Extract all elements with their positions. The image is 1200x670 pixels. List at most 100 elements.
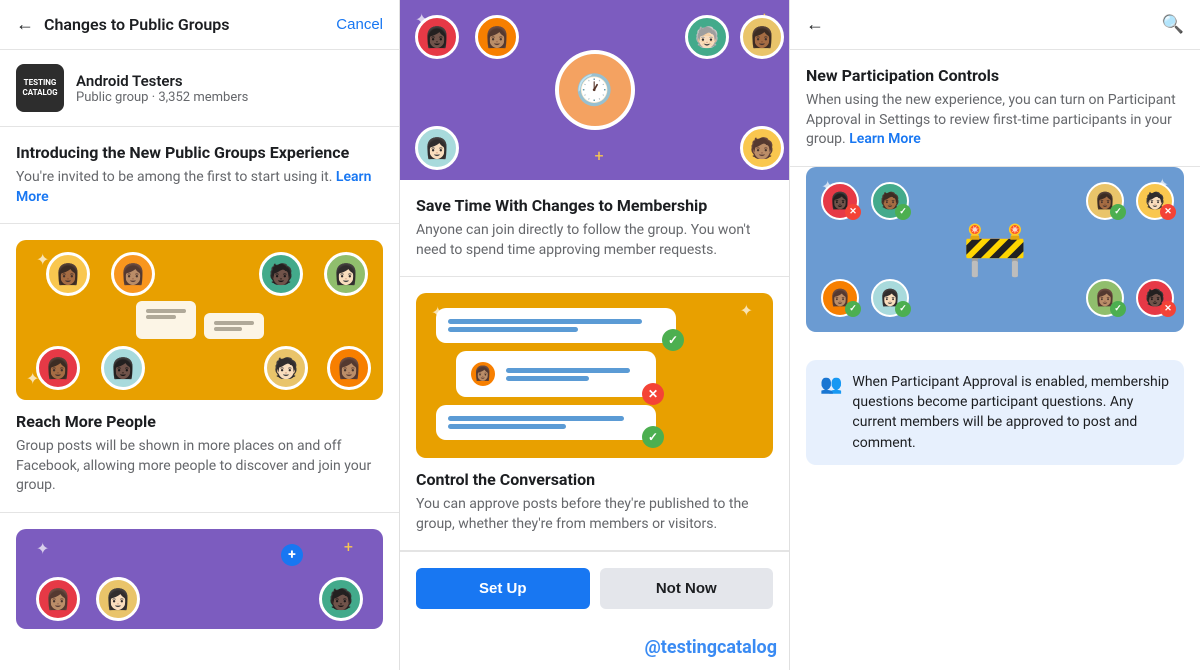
sparkle-icon: ✦ bbox=[36, 539, 49, 558]
learn-more-link[interactable]: Learn More bbox=[849, 131, 921, 147]
person-avatar: 👩🏽 ✓ bbox=[821, 279, 859, 317]
person-avatar: 🧓🏻 bbox=[685, 15, 729, 59]
sparkle-icon: + bbox=[595, 146, 604, 165]
not-now-button[interactable]: Not Now bbox=[600, 568, 774, 609]
face-icon: 👩🏾 bbox=[49, 255, 87, 293]
person-avatar: 👩🏽 ✓ bbox=[1086, 279, 1124, 317]
approve-badge: ✓ bbox=[1110, 204, 1126, 220]
doc-group bbox=[136, 301, 264, 339]
chat-line bbox=[448, 319, 642, 324]
doc-line bbox=[146, 309, 186, 313]
plus-badge: + bbox=[281, 544, 303, 566]
face-icon: 👩🏿 bbox=[104, 349, 142, 387]
group-name: Android Testers bbox=[76, 72, 248, 90]
avatar-text: TESTING CATALOG bbox=[22, 78, 57, 97]
approve-badge: ✓ bbox=[895, 204, 911, 220]
chat-line bbox=[448, 424, 566, 429]
intro-section: Introducing the New Public Groups Experi… bbox=[0, 127, 399, 224]
setup-button[interactable]: Set Up bbox=[416, 568, 590, 609]
right-header: ← 🔍 bbox=[790, 0, 1200, 50]
chat-line bbox=[506, 376, 589, 381]
face-icon: 👩🏿 bbox=[418, 18, 456, 56]
face-icon: 👩🏻 bbox=[327, 255, 365, 293]
approve-badge: ✓ bbox=[1110, 301, 1126, 317]
x-badge: ✕ bbox=[642, 383, 664, 405]
control-section: ✦ ✦ ✓ 👩🏽 bbox=[400, 277, 789, 551]
reach-desc: Group posts will be shown in more places… bbox=[16, 437, 383, 496]
chat-bubble: ✓ bbox=[436, 405, 656, 440]
reach-section: ✦ ✦ ✦ 👩🏾 👩🏽 🧑🏿 👩🏻 bbox=[0, 224, 399, 513]
person-avatar: 👩🏾 ✓ bbox=[1086, 182, 1124, 220]
approve-badge: ✓ bbox=[895, 301, 911, 317]
doc-icon bbox=[136, 301, 196, 339]
doc-line bbox=[146, 315, 176, 319]
cancel-button[interactable]: Cancel bbox=[336, 16, 383, 33]
group-info: TESTING CATALOG Android Testers Public g… bbox=[0, 50, 399, 127]
save-time-desc: Anyone can join directly to follow the g… bbox=[416, 221, 773, 260]
back-arrow-icon[interactable]: ← bbox=[16, 14, 34, 35]
person-avatar: 👩🏾 bbox=[36, 346, 80, 390]
face-icon: 🧑🏿 bbox=[322, 580, 360, 618]
right-panel: ← 🔍 New Participation Controls When usin… bbox=[790, 0, 1200, 670]
clock-icon: 🕐 bbox=[555, 50, 635, 130]
person-avatar: 👩🏿 bbox=[101, 346, 145, 390]
fence-illustration: ✦ ✦ 🚧 👩🏿 ✕ 🧑🏾 ✓ 👩🏽 ✓ 👩🏻 bbox=[806, 167, 1184, 332]
people-icon: 👥 bbox=[820, 374, 842, 395]
reach-title: Reach More People bbox=[16, 412, 383, 431]
illus-wrapper: ✦ + 👩🏽 👩🏻 + 🧑🏿 bbox=[16, 529, 383, 629]
chat-bubbles-group: ✓ 👩🏽 ✕ bbox=[436, 308, 753, 440]
fence-icon: 🚧 bbox=[963, 219, 1028, 280]
chat-illustration: ✦ ✦ ✓ 👩🏽 bbox=[416, 293, 773, 458]
chat-line bbox=[448, 416, 624, 421]
bubble-lines bbox=[506, 365, 644, 384]
clock-face: 🕐 bbox=[555, 50, 635, 130]
save-time-title: Save Time With Changes to Membership bbox=[416, 196, 773, 215]
face-icon: 👩🏽 bbox=[471, 362, 495, 386]
person-avatar: 🧑🏿 ✕ bbox=[1136, 279, 1174, 317]
face-icon: 🧑🏽 bbox=[743, 129, 781, 167]
check-badge: ✓ bbox=[662, 329, 684, 351]
person-avatar: 👩🏻 bbox=[324, 252, 368, 296]
left-header: ← Changes to Public Groups Cancel bbox=[0, 0, 399, 50]
person-avatar: 👩🏾 bbox=[740, 15, 784, 59]
info-box: 👥 When Participant Approval is enabled, … bbox=[806, 360, 1184, 465]
person-avatar: 👩🏻 bbox=[415, 126, 459, 170]
person-avatar: 🧑🏾 ✓ bbox=[871, 182, 909, 220]
person-avatar: 🧑🏻 bbox=[264, 346, 308, 390]
chat-line bbox=[506, 368, 630, 373]
intro-title: Introducing the New Public Groups Experi… bbox=[16, 143, 383, 162]
header-left: ← Changes to Public Groups bbox=[16, 14, 230, 35]
person-avatar: 👩🏻 ✓ bbox=[871, 279, 909, 317]
face-icon: 👩🏽 bbox=[478, 18, 516, 56]
person-avatar: 🧑🏿 bbox=[319, 577, 363, 621]
face-icon: 🧑🏻 bbox=[267, 349, 305, 387]
illus-wrapper: ✦ ✦ ✦ 👩🏾 👩🏽 🧑🏿 👩🏻 bbox=[16, 240, 383, 400]
face-icon: 👩🏻 bbox=[418, 129, 456, 167]
back-arrow-icon[interactable]: ← bbox=[806, 14, 824, 35]
group-sub: Public group · 3,352 members bbox=[76, 90, 248, 105]
approve-badge: ✓ bbox=[845, 301, 861, 317]
face-icon: 👩🏾 bbox=[743, 18, 781, 56]
participation-desc: When using the new experience, you can t… bbox=[806, 91, 1184, 150]
bottom-illustration: ✦ + 👩🏽 👩🏻 + 🧑🏿 bbox=[16, 529, 383, 629]
page-title: Changes to Public Groups bbox=[44, 15, 230, 34]
save-time-section: Save Time With Changes to Membership Any… bbox=[400, 180, 789, 277]
person-avatar: 👩🏿 bbox=[415, 15, 459, 59]
info-box-wrapper: 👥 When Participant Approval is enabled, … bbox=[790, 360, 1200, 481]
face-icon: 🧑🏿 bbox=[262, 255, 300, 293]
watermark: @testingcatalog bbox=[645, 637, 777, 658]
illus-wrapper: ✦ ✦ 🚧 👩🏿 ✕ 🧑🏾 ✓ 👩🏽 ✓ 👩🏻 bbox=[806, 167, 1184, 332]
search-icon[interactable]: 🔍 bbox=[1162, 14, 1184, 35]
face-icon: 👩🏾 bbox=[39, 349, 77, 387]
reach-illustration: ✦ ✦ ✦ 👩🏾 👩🏽 🧑🏿 👩🏻 bbox=[16, 240, 383, 400]
face-icon: 👩🏽 bbox=[114, 255, 152, 293]
group-meta: Android Testers Public group · 3,352 mem… bbox=[76, 72, 248, 105]
person-avatar: 👩🏽 bbox=[36, 577, 80, 621]
chat-line bbox=[448, 327, 578, 332]
reject-badge: ✕ bbox=[1160, 301, 1176, 317]
person-avatar: 👩🏽 bbox=[111, 252, 155, 296]
chat-bubble: ✓ bbox=[436, 308, 676, 343]
person-avatar: 👩🏻 bbox=[96, 577, 140, 621]
face-icon: 🧓🏻 bbox=[688, 18, 726, 56]
person-avatar: 👩🏾 bbox=[46, 252, 90, 296]
